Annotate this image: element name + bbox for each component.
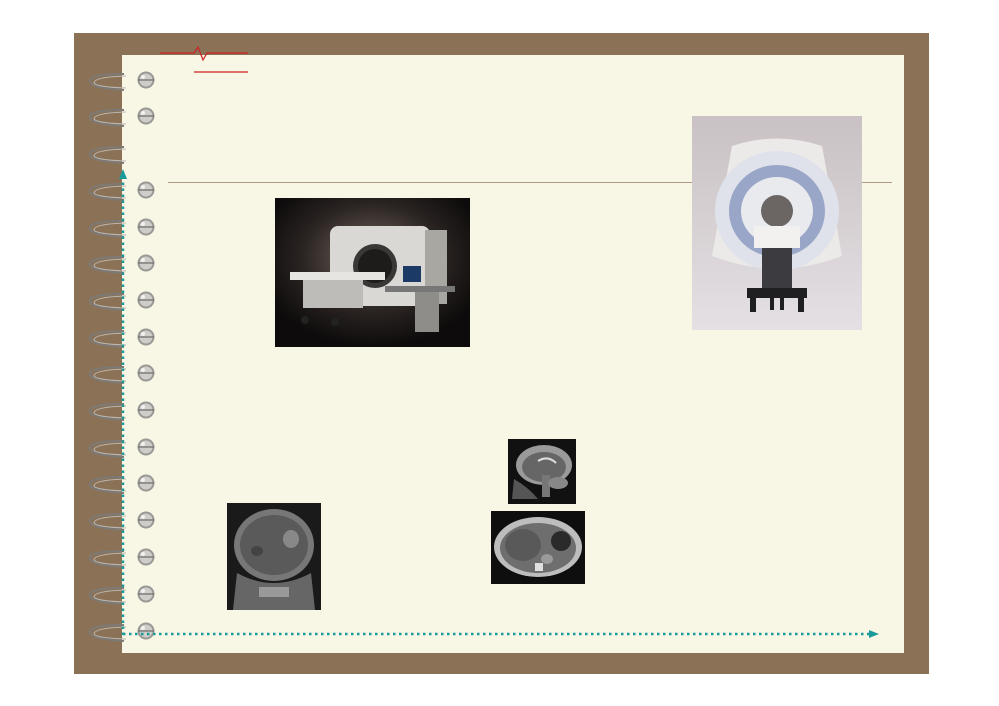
sagittal-brain-mri-photo xyxy=(508,439,576,504)
mri-scanner-photo xyxy=(275,198,470,347)
spiral-coil xyxy=(84,141,160,167)
coronal-brain-mri-photo xyxy=(227,503,321,610)
spiral-coil xyxy=(84,104,160,130)
spiral-coil xyxy=(84,68,160,94)
axial-abdomen-mri-photo xyxy=(491,511,585,584)
x-axis-arrowhead xyxy=(869,630,879,638)
y-axis-arrowhead xyxy=(119,169,127,179)
open-mri-scanner-photo xyxy=(692,116,862,330)
